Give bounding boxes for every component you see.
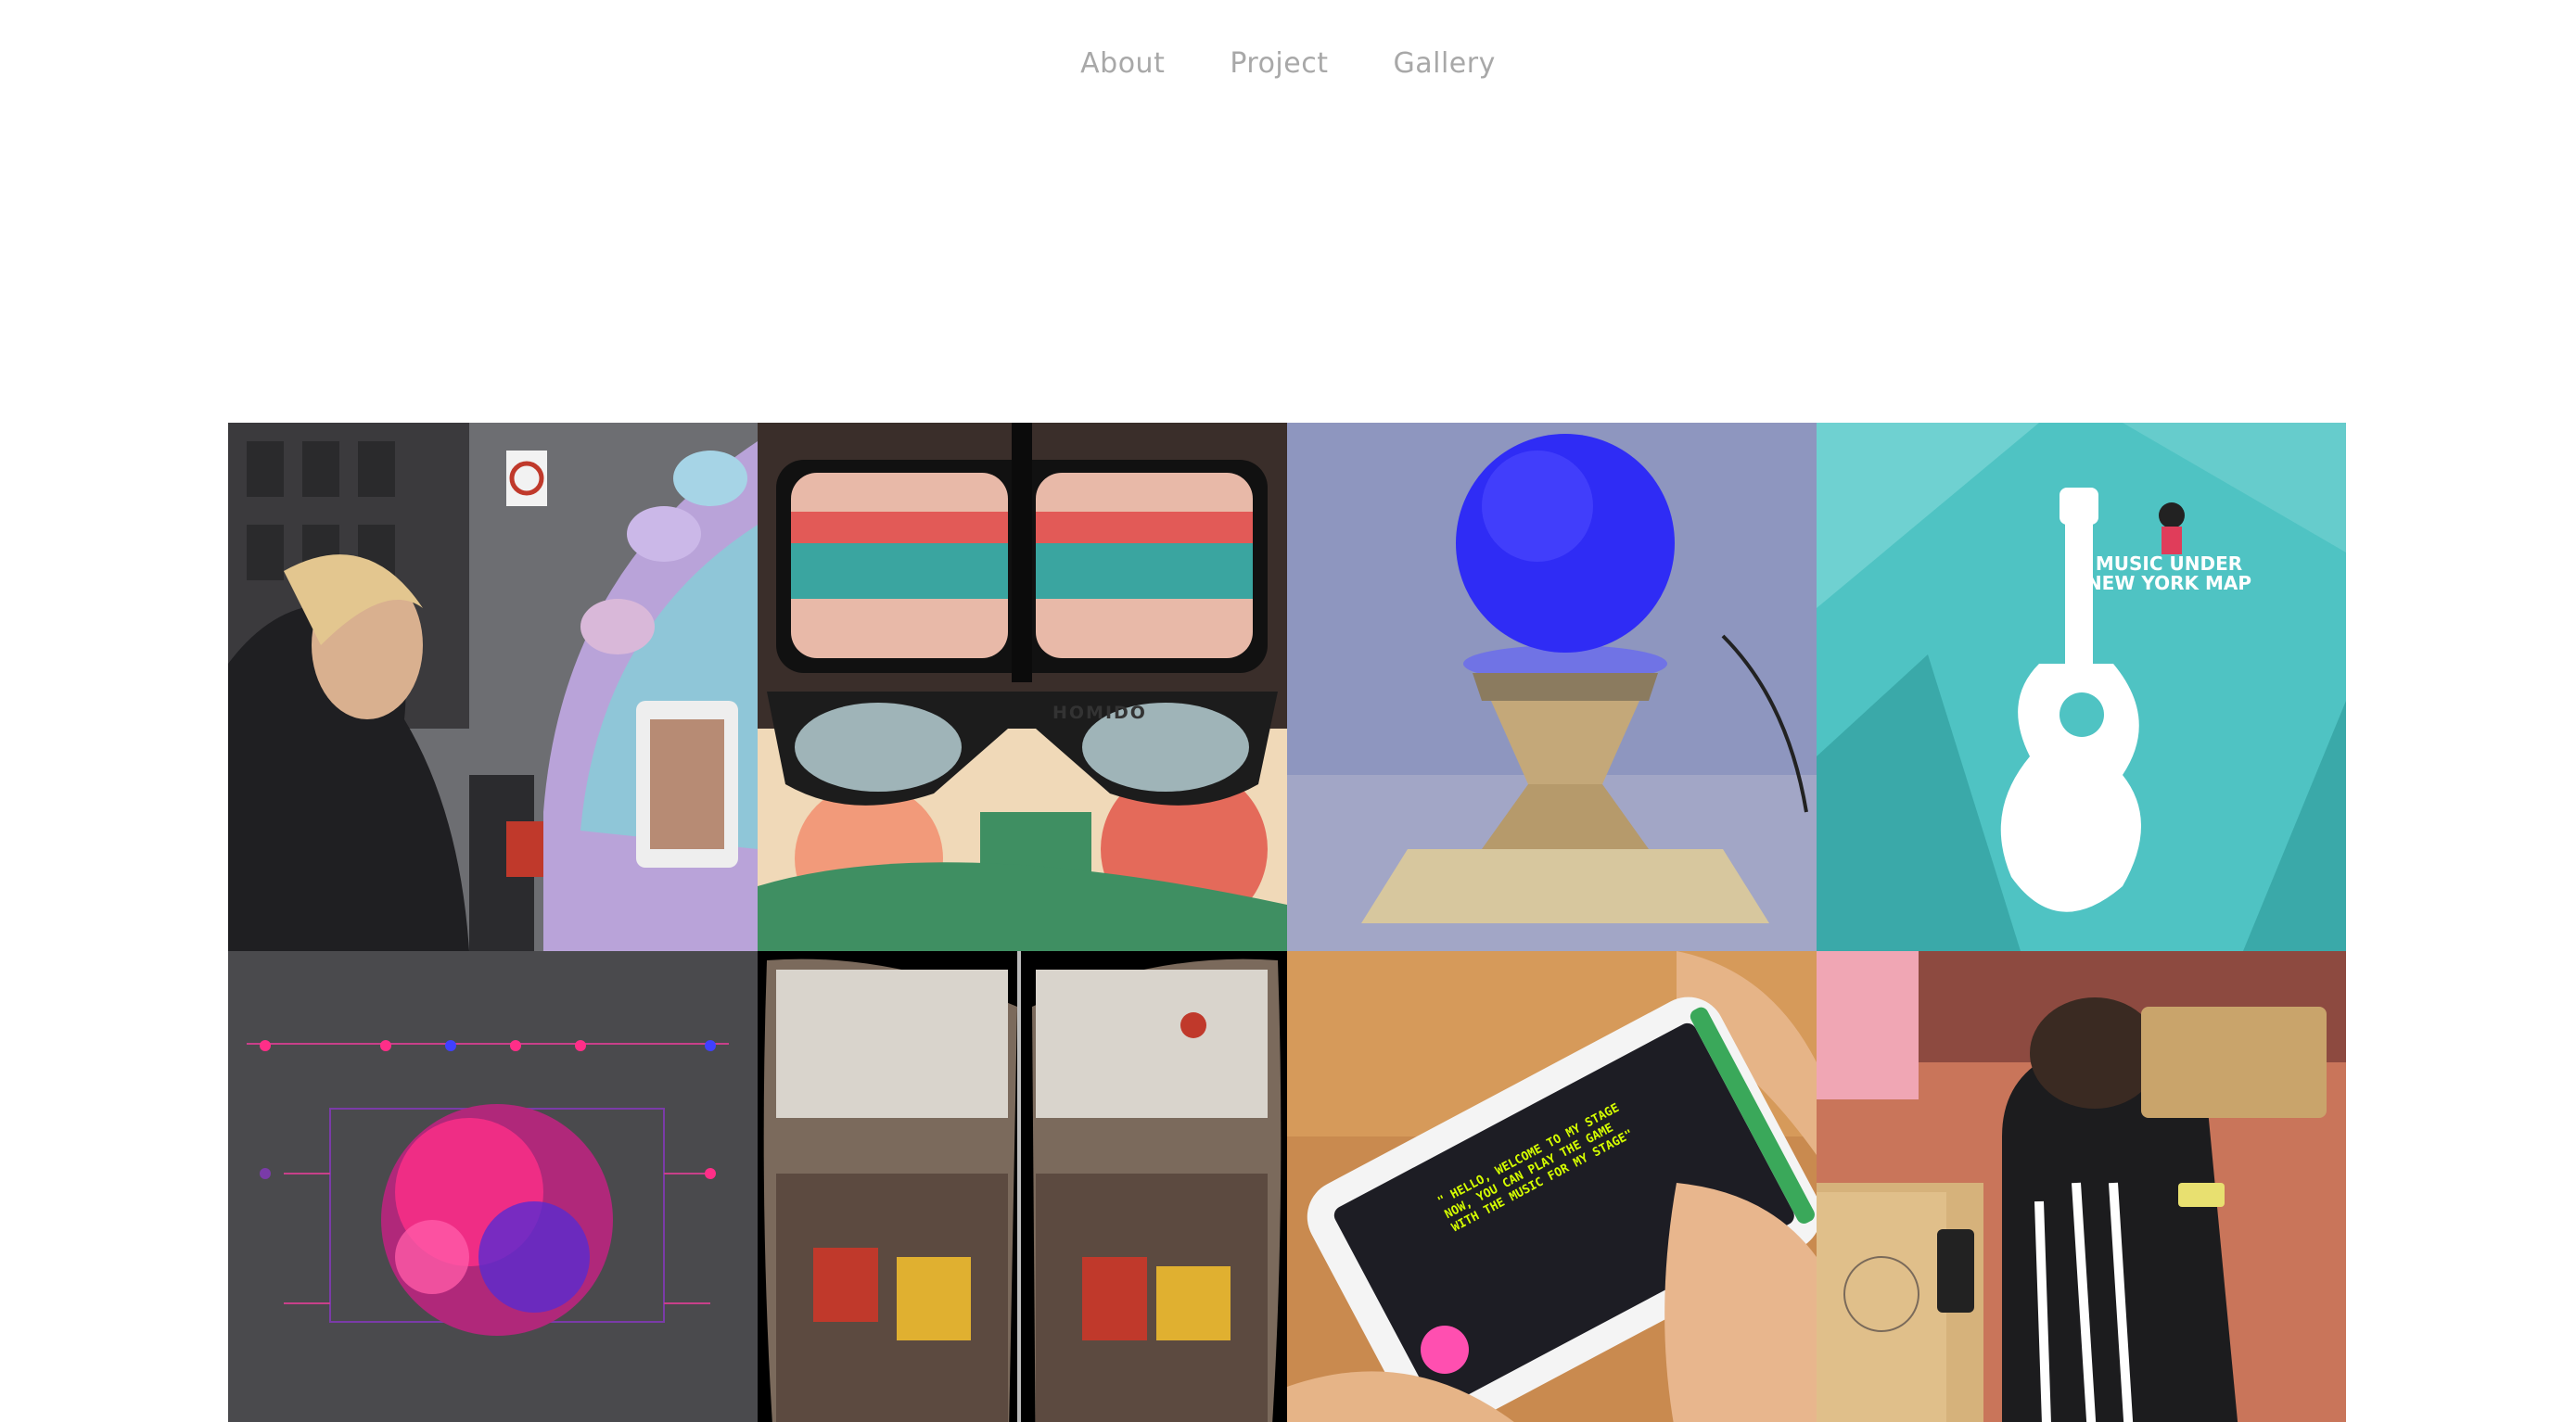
nav-project[interactable]: Project: [1230, 41, 1328, 87]
homido-brand-label: HOMIDO: [1052, 703, 1147, 723]
street-installation-photo: [228, 423, 758, 951]
main-nav: About Project Gallery: [0, 41, 2576, 87]
gallery-tile-phone-app[interactable]: " HELLO, WELCOME TO MY STAGE NOW, YOU CA…: [1287, 951, 1817, 1422]
nav-gallery[interactable]: Gallery: [1394, 41, 1496, 87]
vr-headset-photo: [758, 423, 1287, 951]
cardboard-viewer-photo: [1817, 951, 2346, 1422]
gallery-tile-street-installation[interactable]: [228, 423, 758, 951]
vr-street-view-photo: [758, 951, 1287, 1422]
gallery-tile-vr-headset[interactable]: HOMIDO: [758, 423, 1287, 951]
gallery-tile-glowing-orb[interactable]: [1287, 423, 1817, 951]
gallery-grid: HOMIDO MUSIC UNDER NEW YORK MAP " HELLO,…: [228, 423, 2346, 1422]
phone-app-photo: [1287, 951, 1817, 1422]
gallery-tile-cardboard-viewer[interactable]: [1817, 951, 2346, 1422]
nav-about[interactable]: About: [1080, 41, 1165, 87]
glowing-orb-photo: [1287, 423, 1817, 951]
guitar-map-poster: [1817, 423, 2346, 951]
particle-sphere-render: [228, 951, 758, 1422]
gallery-tile-particle-sphere[interactable]: [228, 951, 758, 1422]
map-poster-title: MUSIC UNDER NEW YORK MAP: [2085, 552, 2252, 594]
gallery-tile-guitar-map[interactable]: MUSIC UNDER NEW YORK MAP: [1817, 423, 2346, 951]
gallery-tile-vr-street-view[interactable]: [758, 951, 1287, 1422]
